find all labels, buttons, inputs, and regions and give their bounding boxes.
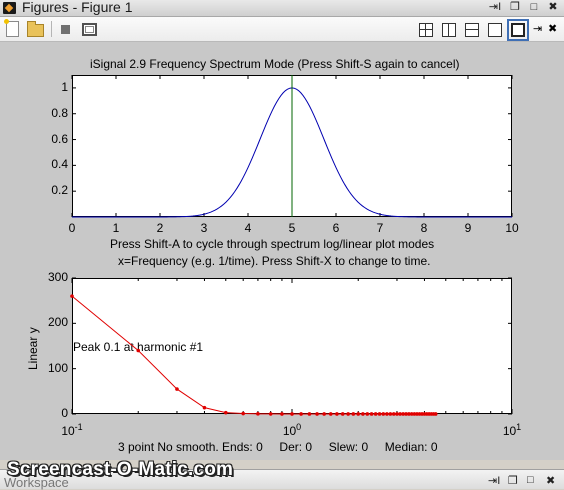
bottom-spectrum-point (385, 412, 389, 416)
top-y-tick-label: 0.2 (51, 183, 68, 198)
bottom-spectrum-point (433, 412, 438, 416)
bottom-spectrum-point (136, 348, 141, 353)
figure-toolbar: ⇥ ✖ (0, 17, 564, 42)
toolbar-undock-icon[interactable]: ⇥ (533, 22, 542, 35)
bottom-spectrum-point (381, 412, 386, 416)
top-x-tick-label: 6 (332, 221, 340, 235)
tick-base: 10 (502, 424, 517, 438)
bottom-spectrum-point (356, 412, 361, 416)
bottom-spectrum-point (175, 387, 179, 391)
tick-exponent: 0 (296, 422, 302, 432)
top-y-tick-label: 0.6 (51, 131, 68, 146)
bottom-y-tick-label: 100 (47, 360, 68, 375)
window-title: Figures - Figure 1 (22, 0, 133, 15)
bottom-spectrum-point (202, 405, 207, 410)
tile-grid-icon[interactable] (419, 23, 433, 37)
bottom-spectrum-point (369, 412, 374, 416)
bottom-spectrum-point (280, 412, 284, 416)
chart-svg (70, 75, 513, 416)
bottom-spectrum-point (391, 412, 396, 416)
top-x-tick-label: 0 (68, 221, 76, 235)
bottom-spectrum-point (307, 412, 312, 416)
stop-icon[interactable] (61, 25, 70, 34)
bottom-spectrum-point (256, 412, 260, 416)
bottom-spectrum-point (346, 412, 350, 416)
top-y-tick-label: 0.8 (51, 105, 68, 120)
matlab-figure-icon (3, 2, 16, 14)
tick-exponent: -1 (74, 422, 83, 432)
bottom-spectrum-point (328, 412, 333, 416)
bottom-x-tick-label: 10-1 (61, 422, 82, 438)
close-icon[interactable]: ✖ (546, 1, 560, 14)
bottom-y-tick-label: 300 (47, 270, 68, 284)
workspace-restore-icon[interactable]: ❐ (508, 474, 518, 487)
bottom-spectrum-point (361, 412, 365, 416)
bottom-x-tick-label: 100 (283, 422, 301, 438)
workspace-maximize-icon[interactable]: □ (527, 474, 534, 486)
bottom-spectrum-point (395, 412, 399, 416)
plot-tools-icon[interactable] (82, 23, 97, 36)
bottom-spectrum-point (373, 412, 378, 416)
workspace-close-icon[interactable]: ✖ (546, 474, 555, 487)
new-figure-icon[interactable] (4, 19, 19, 37)
top-y-tick-label: 1 (61, 79, 68, 94)
bottom-spectrum-point (268, 412, 273, 416)
bottom-spectrum-point (388, 412, 393, 416)
float-icon[interactable] (488, 23, 502, 37)
figure-canvas: iSignal 2.9 Frequency Spectrum Mode (Pre… (0, 42, 564, 460)
bottom-spectrum-point (340, 412, 345, 416)
bottom-spectrum-point (70, 294, 74, 298)
bottom-spectrum-point (241, 411, 245, 416)
top-x-tick-label: 9 (464, 221, 472, 235)
bottom-spectrum-point (299, 412, 303, 416)
window-title-bar: Figures - Figure 1 ⇥I ❐ □ ✖ (0, 0, 564, 17)
maximize-layout-icon[interactable] (507, 19, 529, 41)
top-y-tick-label: 0.4 (51, 157, 68, 172)
tick-base: 10 (282, 424, 297, 438)
top-x-tick-label: 5 (288, 221, 296, 235)
bottom-spectrum-line (71, 295, 436, 415)
top-x-tick-label: 3 (200, 221, 208, 235)
bottom-spectrum-point (315, 412, 319, 416)
restore-icon[interactable]: ❐ (508, 1, 522, 14)
undock-icon[interactable]: ⇥I (488, 1, 502, 14)
tile-top-bottom-icon[interactable] (465, 23, 479, 37)
bottom-spectrum-point (223, 410, 228, 415)
workspace-undock-icon[interactable]: ⇥I (488, 474, 500, 487)
top-x-tick-label: 2 (156, 221, 164, 235)
open-file-icon[interactable] (27, 21, 44, 37)
bottom-spectrum-point (377, 412, 382, 416)
top-x-tick-label: 4 (244, 221, 252, 235)
top-x-tick-label: 10 (505, 221, 519, 235)
top-x-tick-label: 1 (112, 221, 120, 235)
toolbar-close-icon[interactable]: ✖ (548, 22, 557, 35)
toolbar-separator (51, 21, 52, 37)
top-x-tick-label: 8 (420, 221, 428, 235)
bottom-x-tick-label: 101 (503, 422, 521, 438)
bottom-spectrum-point (365, 412, 370, 416)
tick-base: 10 (61, 424, 75, 438)
top-x-tick-label: 7 (376, 221, 384, 235)
screencast-watermark: Screencast-O-Matic.com (7, 459, 234, 480)
bottom-spectrum-point (290, 412, 294, 416)
tile-left-right-icon[interactable] (442, 23, 456, 37)
bottom-spectrum-point (335, 412, 339, 416)
bottom-spectrum-point (351, 412, 356, 416)
bottom-y-tick-label: 0 (61, 406, 68, 420)
tick-exponent: 1 (516, 422, 522, 432)
bottom-spectrum-point (322, 412, 326, 416)
maximize-icon[interactable]: □ (527, 1, 541, 14)
bottom-y-tick-label: 200 (47, 315, 68, 330)
